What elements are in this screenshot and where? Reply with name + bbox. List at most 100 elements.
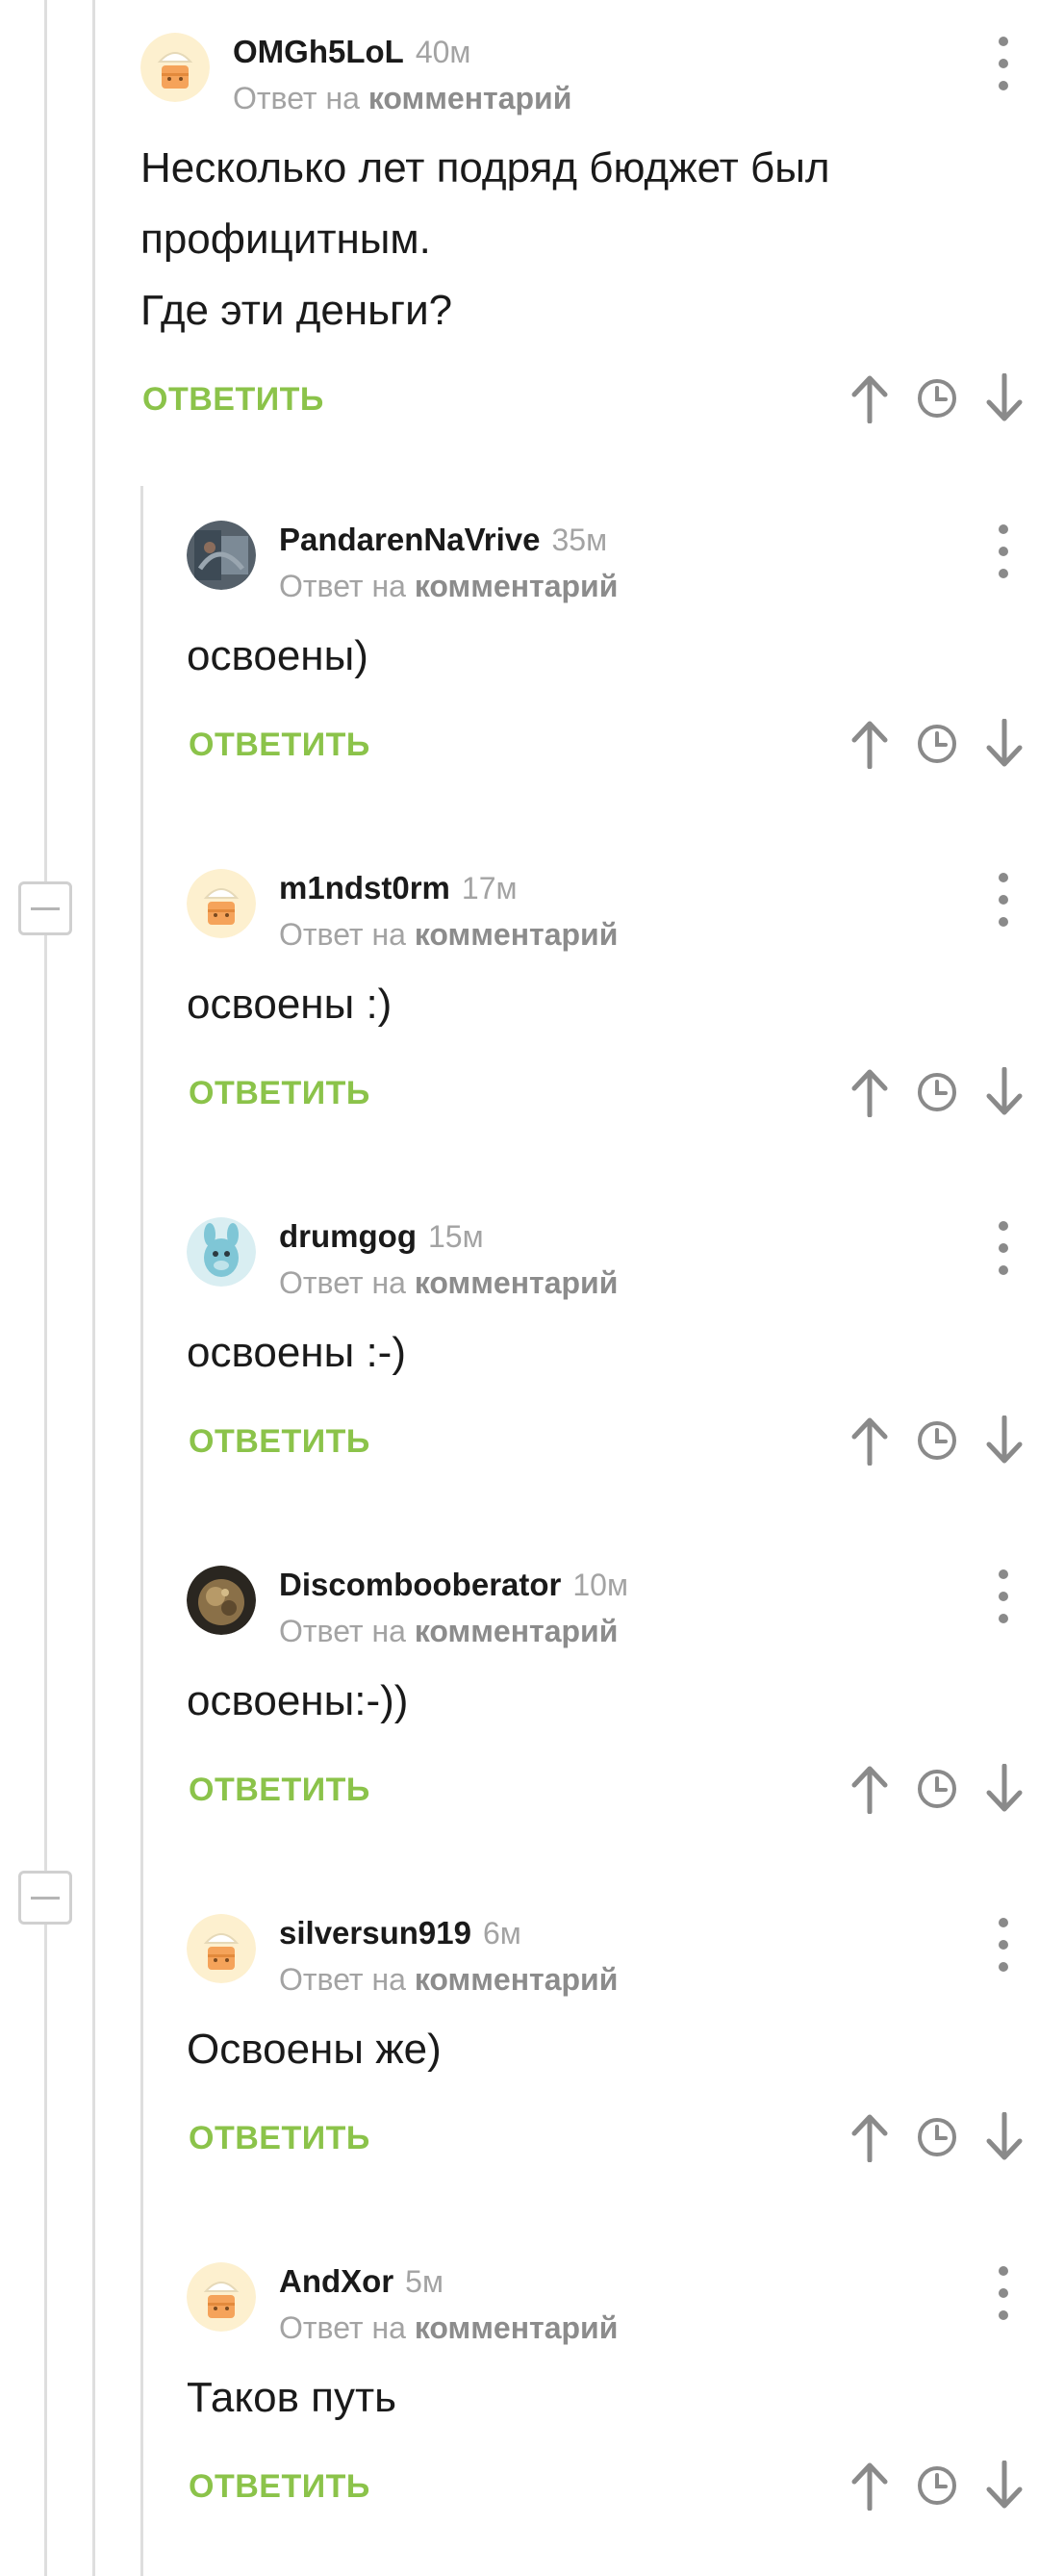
more-vertical-icon[interactable]	[989, 524, 1018, 578]
comment-header: Discombooberator 10м Ответ на комментарий	[187, 1566, 1039, 1662]
arrow-up-icon[interactable]	[849, 719, 891, 769]
comment-time[interactable]: 5м	[405, 2264, 443, 2299]
arrow-down-icon[interactable]	[983, 373, 1026, 423]
user-avatar[interactable]	[187, 521, 256, 590]
reply-to: Ответ на комментарий	[279, 915, 618, 954]
comment: AndXor 5м Ответ на комментарий Таков путь…	[187, 2262, 1039, 2518]
comment-header: AndXor 5м Ответ на комментарий	[187, 2262, 1039, 2359]
comment-header: OMGh5LoL 40м Ответ на комментарий	[140, 33, 1039, 129]
clock-icon[interactable]	[916, 2116, 958, 2158]
user-avatar[interactable]	[187, 869, 256, 938]
comment-text: Таков путь	[187, 2374, 397, 2421]
reply-to-link[interactable]: комментарий	[368, 81, 572, 115]
comment-meta: Discombooberator 10м	[279, 1566, 628, 1604]
clock-icon[interactable]	[916, 2464, 958, 2507]
comment-text: Несколько лет подряд бюджет был профицит…	[140, 144, 830, 263]
reply-to: Ответ на комментарий	[279, 2308, 618, 2347]
comment-header: drumgog 15м Ответ на комментарий	[187, 1217, 1039, 1314]
reply-to-link[interactable]: комментарий	[415, 1962, 619, 1997]
comment-time[interactable]: 15м	[428, 1219, 484, 1254]
username[interactable]: AndXor	[279, 2263, 393, 2299]
arrow-up-icon[interactable]	[849, 1416, 891, 1466]
clock-icon[interactable]	[916, 1071, 958, 1113]
reply-to-prefix: Ответ на	[279, 1265, 406, 1300]
user-avatar[interactable]	[187, 2262, 256, 2332]
comment-body: Несколько лет подряд бюджет был профицит…	[140, 133, 1039, 346]
comment: silversun919 6м Ответ на комментарий Осво…	[187, 1914, 1039, 2170]
comment-body: Таков путь	[187, 2362, 1039, 2434]
arrow-up-icon[interactable]	[849, 1764, 891, 1814]
comment: drumgog 15м Ответ на комментарий освоены …	[187, 1217, 1039, 1473]
username[interactable]: drumgog	[279, 1218, 417, 1254]
clock-icon[interactable]	[916, 377, 958, 420]
more-vertical-icon[interactable]	[989, 1918, 1018, 1972]
comment-text: освоены:-))	[187, 1677, 409, 1724]
comment-time[interactable]: 40м	[416, 35, 471, 69]
reply-to-link[interactable]: комментарий	[415, 2310, 619, 2345]
reply-button[interactable]: ОТВЕТИТЬ	[189, 1423, 370, 1461]
reply-to-link[interactable]: комментарий	[415, 569, 619, 603]
username[interactable]: m1ndst0rm	[279, 870, 450, 905]
thread-line-level1	[92, 0, 95, 2576]
user-avatar[interactable]	[187, 1914, 256, 1983]
more-vertical-icon[interactable]	[989, 1221, 1018, 1275]
arrow-up-icon[interactable]	[849, 2112, 891, 2162]
comment: Discombooberator 10м Ответ на комментарий…	[187, 1566, 1039, 1822]
reply-to: Ответ на комментарий	[279, 1263, 618, 1302]
reply-button[interactable]: ОТВЕТИТЬ	[189, 2120, 370, 2157]
comment-actions: ОТВЕТИТЬ	[187, 2112, 1039, 2170]
comment-body: освоены :-)	[187, 1317, 1039, 1389]
comment-time[interactable]: 35м	[551, 523, 607, 557]
clock-icon[interactable]	[916, 1419, 958, 1462]
reply-to: Ответ на комментарий	[279, 1612, 618, 1650]
reply-to-link[interactable]: комментарий	[415, 1265, 619, 1300]
arrow-down-icon[interactable]	[983, 1416, 1026, 1466]
reply-to-prefix: Ответ на	[279, 2310, 406, 2345]
comment-actions: ОТВЕТИТЬ	[140, 373, 1039, 431]
reply-to: Ответ на комментарий	[279, 1960, 618, 1999]
more-vertical-icon[interactable]	[989, 873, 1018, 927]
comment-body: Освоены же)	[187, 2014, 1039, 2085]
reply-button[interactable]: ОТВЕТИТЬ	[189, 1075, 370, 1112]
comment-time[interactable]: 10м	[572, 1568, 628, 1602]
username[interactable]: Discombooberator	[279, 1567, 561, 1602]
reply-button[interactable]: ОТВЕТИТЬ	[189, 1772, 370, 1809]
user-avatar[interactable]	[187, 1566, 256, 1635]
more-vertical-icon[interactable]	[989, 2266, 1018, 2320]
comment-meta: m1ndst0rm 17м	[279, 869, 517, 907]
reply-button[interactable]: ОТВЕТИТЬ	[189, 727, 370, 764]
comment-text: Где эти деньги?	[140, 287, 453, 334]
reply-to-link[interactable]: комментарий	[415, 917, 619, 952]
thread-line-root	[44, 0, 47, 2576]
arrow-up-icon[interactable]	[849, 1067, 891, 1117]
vote-controls	[849, 1764, 1026, 1814]
comment-time[interactable]: 6м	[483, 1916, 521, 1951]
more-vertical-icon[interactable]	[989, 37, 1018, 90]
arrow-down-icon[interactable]	[983, 2112, 1026, 2162]
reply-button[interactable]: ОТВЕТИТЬ	[189, 2468, 370, 2506]
collapse-thread-button[interactable]	[18, 881, 72, 935]
reply-to-link[interactable]: комментарий	[415, 1614, 619, 1648]
arrow-down-icon[interactable]	[983, 719, 1026, 769]
thread-line-level2	[140, 486, 143, 2576]
comment-time[interactable]: 17м	[462, 871, 518, 905]
username[interactable]: OMGh5LoL	[233, 34, 404, 69]
comment-actions: ОТВЕТИТЬ	[187, 1416, 1039, 1473]
arrow-down-icon[interactable]	[983, 2461, 1026, 2511]
username[interactable]: PandarenNaVrive	[279, 522, 540, 557]
arrow-down-icon[interactable]	[983, 1764, 1026, 1814]
user-avatar[interactable]	[140, 33, 210, 102]
arrow-down-icon[interactable]	[983, 1067, 1026, 1117]
comment-body: освоены:-))	[187, 1666, 1039, 1737]
username[interactable]: silversun919	[279, 1915, 471, 1951]
collapse-thread-button[interactable]	[18, 1871, 72, 1925]
clock-icon[interactable]	[916, 723, 958, 765]
arrow-up-icon[interactable]	[849, 373, 891, 423]
arrow-up-icon[interactable]	[849, 2461, 891, 2511]
comment-actions: ОТВЕТИТЬ	[187, 1067, 1039, 1125]
comment-actions: ОТВЕТИТЬ	[187, 1764, 1039, 1822]
more-vertical-icon[interactable]	[989, 1569, 1018, 1623]
reply-button[interactable]: ОТВЕТИТЬ	[142, 381, 324, 419]
user-avatar[interactable]	[187, 1217, 256, 1287]
clock-icon[interactable]	[916, 1768, 958, 1810]
